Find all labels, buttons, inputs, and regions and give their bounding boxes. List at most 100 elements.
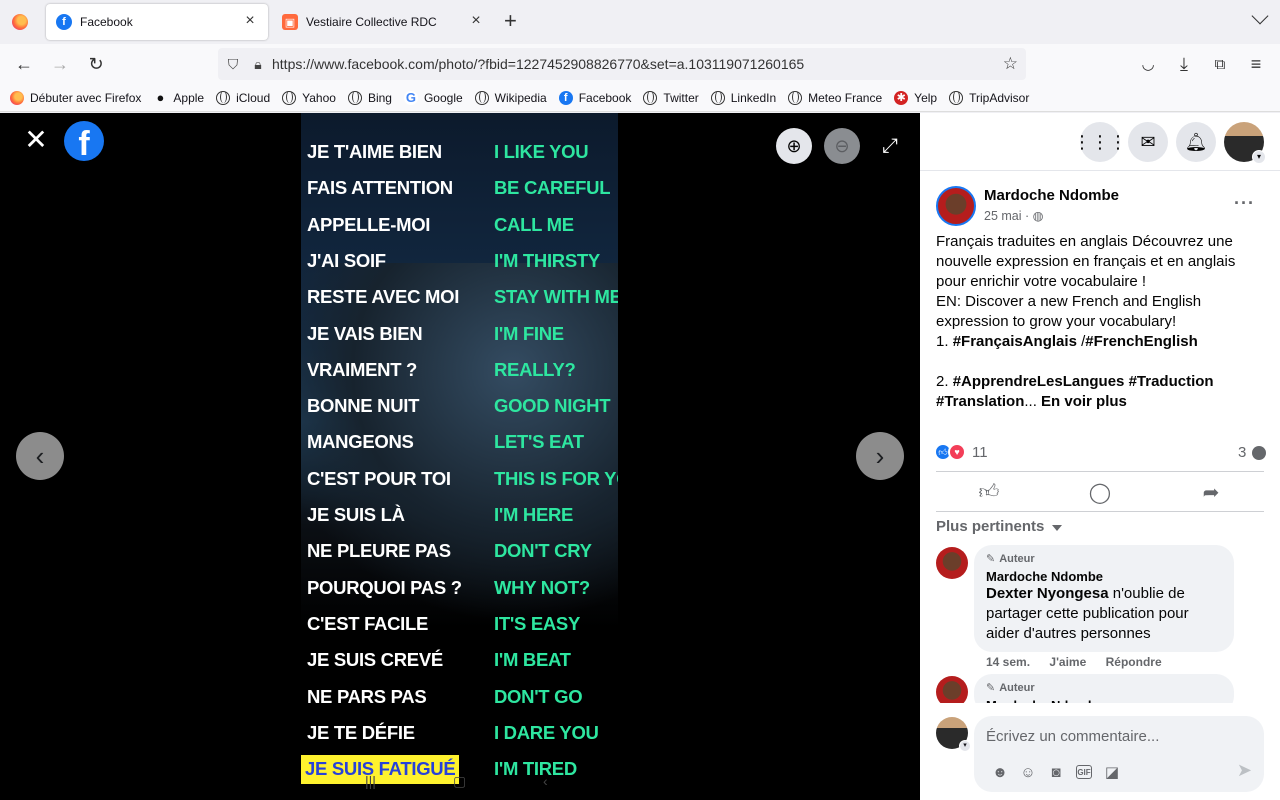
account-avatar[interactable]: ▾ — [1224, 122, 1266, 164]
lock-icon[interactable]: 🔒︎ — [248, 56, 268, 73]
divider — [920, 170, 1280, 171]
tab-facebook[interactable]: f Facebook × — [46, 4, 268, 40]
more-options-icon[interactable]: ··· — [1234, 193, 1255, 214]
phrase-french: VRAIMENT ? — [307, 358, 418, 380]
firefox-icon[interactable] — [12, 14, 28, 30]
zoom-out-icon[interactable]: ⊖ — [824, 128, 860, 164]
forward-icon[interactable]: → — [48, 52, 72, 76]
bookmark-label: Facebook — [578, 90, 632, 105]
see-more-link[interactable]: En voir plus — [1041, 393, 1127, 410]
pocket-icon[interactable]: ◡ — [1136, 52, 1160, 76]
hashtag-link[interactable]: #FrançaisAnglais — [953, 333, 1077, 350]
ellipsis: ... — [1024, 393, 1037, 410]
extensions-icon[interactable]: ⧉ — [1208, 52, 1232, 76]
bookmark-item[interactable]: G Google — [403, 90, 463, 105]
next-photo-button[interactable]: › — [856, 432, 904, 480]
photo-viewer: ✕ f JE T'AIME BIEN I LIKE YOU FAIS ATTENTI… — [0, 113, 920, 800]
reactions-summary[interactable]: 👍︎ ♥ 11 — [934, 443, 988, 461]
reload-icon[interactable]: ↻ — [84, 52, 108, 76]
like-button[interactable]: 👍︎ — [934, 479, 1044, 505]
messenger-icon[interactable]: ✉ — [1128, 122, 1168, 162]
phrase-row: J'AI SOIF I'M THIRSTY — [301, 244, 618, 280]
tab-title: Vestiaire Collective RDC — [306, 15, 437, 29]
gif-icon[interactable]: GIF — [1076, 765, 1092, 779]
comment-reply-link[interactable]: Répondre — [1106, 655, 1162, 669]
phrase-english: WHY NOT? — [494, 576, 590, 598]
bookmark-label: iCloud — [236, 90, 271, 105]
hashtag-link[interactable]: #ApprendreLesLangues — [953, 373, 1125, 390]
comment-time[interactable]: 14 sem. — [986, 655, 1030, 669]
phrase-row: C'EST POUR TOI THIS IS FOR YOU — [301, 462, 618, 498]
phrase-row: JE SUIS CREVÉ I'M BEAT — [301, 643, 618, 679]
author-avatar[interactable] — [936, 186, 976, 226]
url-bar[interactable]: ⛉ 🔒︎ https://www.facebook.com/photo/?fbi… — [218, 48, 1026, 80]
menu-icon[interactable]: ≡ — [1244, 52, 1268, 76]
comment-filter[interactable]: Plus pertinents — [936, 518, 1044, 535]
previous-photo-button[interactable]: ‹ — [16, 432, 64, 480]
list-all-tabs-icon[interactable] — [1251, 7, 1269, 25]
bookmark-item[interactable]: ● Apple — [153, 90, 205, 105]
send-icon[interactable]: ➤ — [1237, 760, 1252, 781]
fullscreen-icon[interactable]: ⤢ — [872, 128, 908, 164]
bookmark-item[interactable]: Twitter — [643, 90, 699, 105]
avatar-sticker-icon[interactable]: ☻ — [986, 762, 1014, 782]
zoom-in-icon[interactable]: ⊕ — [776, 128, 812, 164]
tab-vestiaire[interactable]: ▣ Vestiaire Collective RDC × — [272, 4, 494, 40]
bookmark-item[interactable]: Yahoo — [282, 90, 336, 105]
comment-avatar[interactable] — [936, 547, 968, 579]
emoji-icon[interactable]: ☺ — [1014, 762, 1042, 782]
url-text[interactable]: https://www.facebook.com/photo/?fbid=122… — [268, 56, 804, 72]
bookmark-star-icon[interactable]: ☆ — [1003, 54, 1018, 74]
close-viewer-icon[interactable]: ✕ — [24, 126, 48, 154]
bookmark-item[interactable]: Meteo France — [788, 90, 882, 105]
bookmark-item[interactable]: TripAdvisor — [949, 90, 1029, 105]
love-reaction-icon: ♥ — [948, 443, 966, 461]
bookmark-item[interactable]: LinkedIn — [710, 90, 776, 105]
phrase-english: I'M BEAT — [494, 649, 571, 671]
comment-count[interactable]: 3 — [1238, 444, 1246, 461]
camera-icon[interactable]: ◙ — [1042, 762, 1070, 782]
yelp-icon: ✱ — [894, 90, 909, 105]
comment-input[interactable] — [986, 724, 1246, 748]
comment-button[interactable]: ◯ — [1045, 479, 1155, 505]
menu-grid-icon[interactable]: ⋮⋮⋮ — [1073, 122, 1127, 162]
caret-down-icon[interactable] — [1052, 525, 1062, 531]
close-tab-icon[interactable]: × — [468, 13, 484, 30]
new-tab-icon[interactable]: + — [504, 10, 517, 32]
tracking-shield-icon[interactable]: ⛉ — [218, 56, 248, 73]
bookmark-item[interactable]: Bing — [347, 90, 392, 105]
sticker-icon[interactable]: ◪ — [1098, 762, 1126, 782]
phrase-row: FAIS ATTENTION BE CAREFUL — [301, 171, 618, 207]
bookmark-item[interactable]: iCloud — [216, 90, 271, 105]
comment-author[interactable]: Mardoche Ndombe — [986, 569, 1222, 584]
android-home-icon: ▢ — [453, 773, 467, 789]
google-icon: G — [403, 90, 418, 105]
close-tab-icon[interactable]: × — [242, 13, 258, 30]
mention-link[interactable]: Dexter Nyongesa — [986, 585, 1109, 602]
bookmark-label: Débuter avec Firefox — [30, 90, 142, 105]
bookmark-item[interactable]: Wikipedia — [474, 90, 547, 105]
facebook-icon: f — [56, 14, 72, 30]
post-tags-1: 1. #FrançaisAnglais /#FrenchEnglish — [936, 332, 1266, 352]
my-avatar[interactable]: ▾ — [936, 717, 971, 752]
bookmark-item[interactable]: Débuter avec Firefox — [10, 90, 142, 105]
comment-composer: ▾ ☻ ☺ ◙ GIF ◪ ➤ — [920, 703, 1280, 800]
author-name[interactable]: Mardoche Ndombe — [984, 187, 1119, 204]
bookmark-item[interactable]: ✱ Yelp — [894, 90, 937, 105]
facebook-logo-icon[interactable]: f — [64, 121, 104, 161]
bookmark-label: Apple — [173, 90, 205, 105]
phrase-french: JE SUIS CREVÉ — [307, 649, 443, 671]
phrase-english: I DARE YOU — [494, 721, 599, 743]
divider — [936, 471, 1264, 472]
share-button[interactable]: ➦ — [1156, 479, 1266, 505]
hashtag-link[interactable]: #FrenchEnglish — [1085, 333, 1198, 350]
bookmark-item[interactable]: f Facebook — [558, 90, 632, 105]
back-icon[interactable]: ← — [12, 52, 36, 76]
hashtag-link[interactable]: #Traduction — [1129, 373, 1214, 390]
downloads-icon[interactable]: ⤓ — [1172, 52, 1196, 76]
notifications-bell-icon[interactable]: 🔔︎ — [1176, 122, 1216, 162]
post-date[interactable]: 25 mai · ◍ — [984, 208, 1044, 223]
chevron-right-icon: › — [875, 440, 885, 471]
hashtag-link[interactable]: #Translation — [936, 393, 1024, 410]
comment-like-link[interactable]: J'aime — [1049, 655, 1086, 669]
